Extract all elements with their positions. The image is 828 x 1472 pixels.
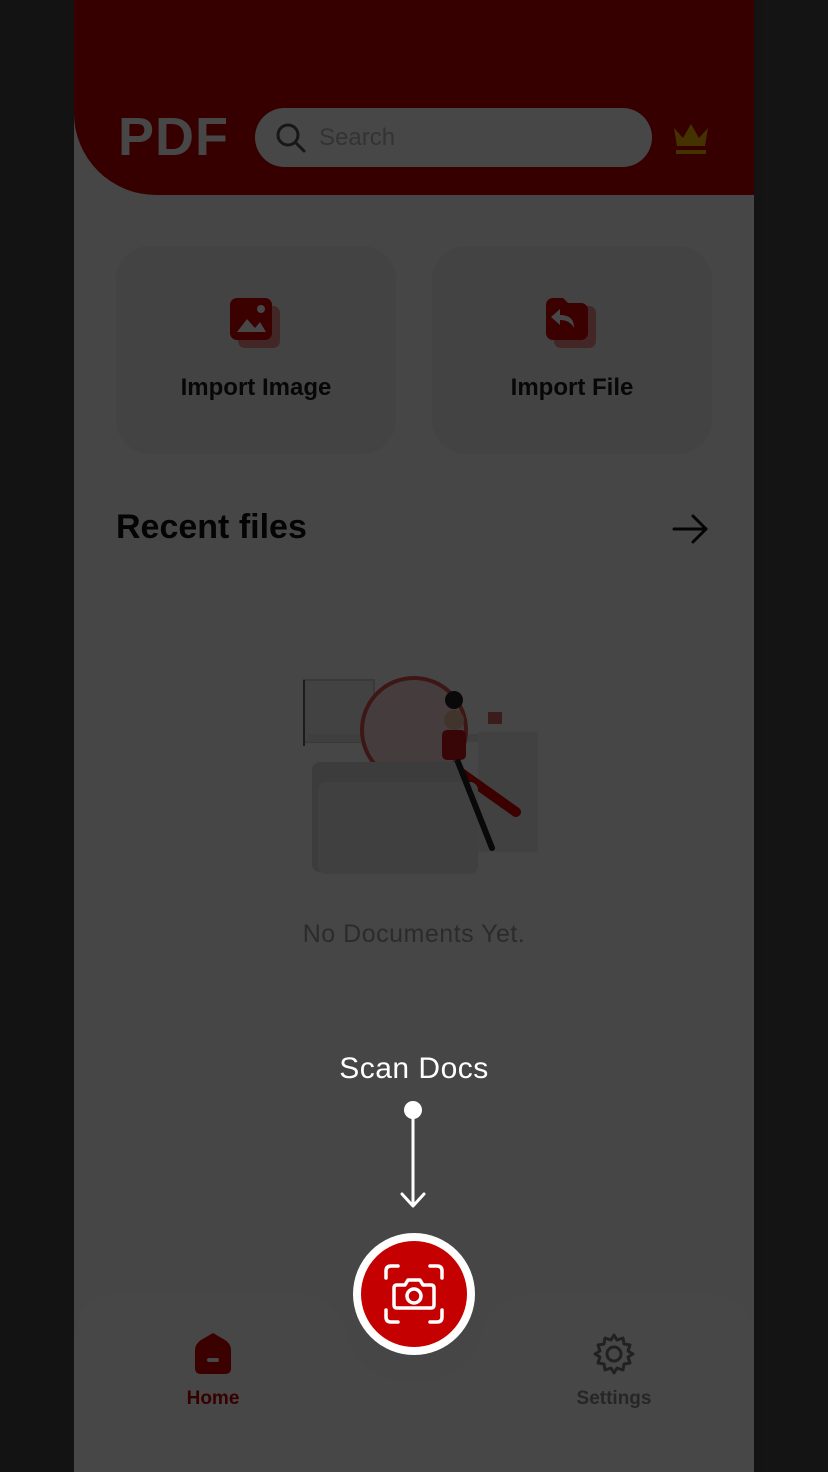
scan-camera-icon [384,1264,444,1324]
app-logo: PDF [118,107,229,167]
search-placeholder: Search [319,123,396,151]
crown-icon[interactable] [671,120,711,156]
tab-home[interactable]: Home [133,1332,293,1410]
arrow-right-icon[interactable] [672,512,710,546]
recent-files-title: Recent files [116,508,307,546]
scan-button-inner [361,1241,467,1347]
search-input[interactable]: Search [255,108,652,167]
search-icon [276,123,306,152]
coachmark-arrow-icon [400,1101,426,1208]
import-file-button[interactable]: Import File [432,246,712,454]
gear-icon [593,1333,635,1375]
tab-home-label: Home [186,1388,240,1409]
home-icon [195,1333,231,1374]
import-image-label: Import Image [180,374,332,401]
scan-docs-button[interactable] [353,1233,475,1355]
import-image-button[interactable]: Import Image [116,246,396,454]
tab-settings-label: Settings [576,1388,652,1409]
empty-state-illustration [303,676,538,874]
header: PDF Search [74,0,754,195]
tab-settings[interactable]: Settings [534,1332,694,1410]
import-file-label: Import File [510,374,634,401]
coachmark-label: Scan Docs [339,1052,489,1085]
empty-state-text: No Documents Yet. [302,920,526,948]
file-import-icon [546,298,596,348]
image-icon [230,298,280,348]
